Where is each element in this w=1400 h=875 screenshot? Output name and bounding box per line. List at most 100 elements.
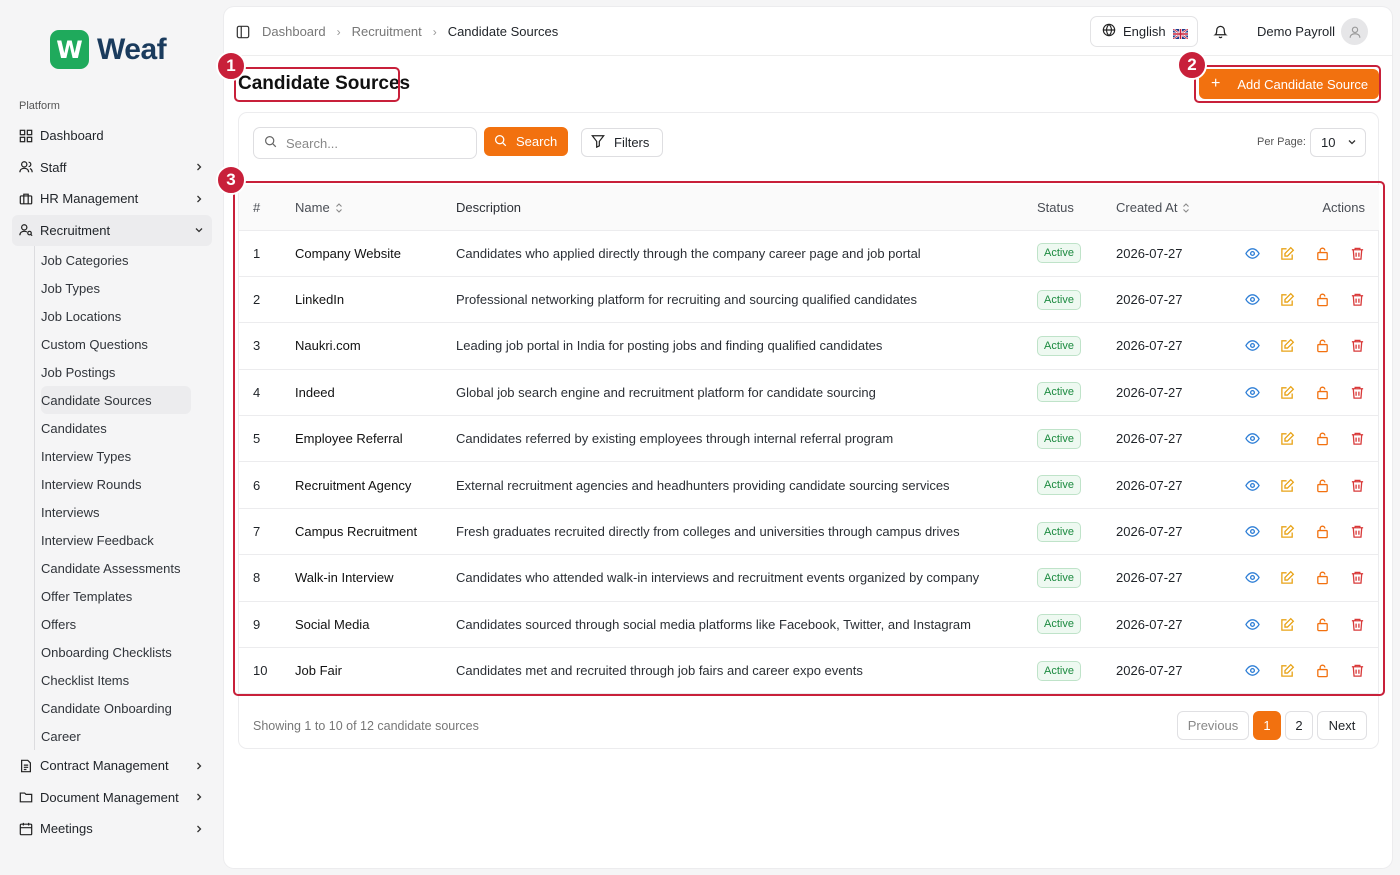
sidebar-subitem-job-types[interactable]: Job Types — [41, 274, 212, 302]
lock-icon[interactable] — [1314, 245, 1330, 261]
page-button-1[interactable]: 1 — [1253, 711, 1281, 740]
search-button[interactable]: Search — [484, 127, 568, 156]
main-panel: Dashboard › Recruitment › Candidate Sour… — [216, 7, 1392, 868]
user-name[interactable]: Demo Payroll — [1257, 24, 1335, 39]
column-header-created-at[interactable]: Created At — [1116, 185, 1226, 231]
annotation-badge-1: 1 — [216, 51, 246, 81]
row-number: 6 — [239, 461, 295, 509]
lock-icon[interactable] — [1314, 338, 1330, 354]
row-status-cell: Active — [1037, 508, 1116, 556]
sidebar-subitem-job-locations[interactable]: Job Locations — [41, 302, 212, 330]
trash-icon[interactable] — [1349, 616, 1365, 632]
trash-icon[interactable] — [1349, 245, 1365, 261]
trash-icon[interactable] — [1349, 292, 1365, 308]
lock-icon[interactable] — [1314, 292, 1330, 308]
sidebar-subitem-job-categories[interactable]: Job Categories — [41, 246, 212, 274]
trash-icon[interactable] — [1349, 384, 1365, 400]
edit-icon[interactable] — [1279, 245, 1295, 261]
sidebar-subitem-interview-feedback[interactable]: Interview Feedback — [41, 526, 212, 554]
lock-icon[interactable] — [1314, 477, 1330, 493]
previous-page-button[interactable]: Previous — [1177, 711, 1249, 740]
add-candidate-source-button[interactable]: + Add Candidate Source — [1199, 69, 1379, 99]
edit-icon[interactable] — [1279, 570, 1295, 586]
per-page-label: Per Page: — [1257, 136, 1306, 148]
edit-icon[interactable] — [1279, 477, 1295, 493]
lock-icon[interactable] — [1314, 524, 1330, 540]
eye-icon[interactable] — [1244, 292, 1260, 308]
logo[interactable]: W Weaf — [50, 30, 167, 69]
sidebar-item-recruitment[interactable]: Recruitment — [12, 214, 212, 246]
search-icon — [494, 134, 507, 150]
sidebar-item-document-management[interactable]: Document Management — [12, 782, 212, 814]
avatar[interactable] — [1341, 18, 1368, 45]
folder-icon — [19, 790, 33, 804]
eye-icon[interactable] — [1244, 524, 1260, 540]
eye-icon[interactable] — [1244, 431, 1260, 447]
chevron-right-icon — [194, 162, 204, 172]
row-created-at: 2026-07-27 — [1116, 554, 1226, 602]
column-header-actions: Actions — [1226, 185, 1379, 231]
lock-icon[interactable] — [1314, 384, 1330, 400]
edit-icon[interactable] — [1279, 292, 1295, 308]
sidebar-subitem-candidate-sources[interactable]: Candidate Sources — [41, 386, 191, 414]
edit-icon[interactable] — [1279, 431, 1295, 447]
row-number: 4 — [239, 369, 295, 417]
edit-icon[interactable] — [1279, 616, 1295, 632]
sidebar-subitem-offer-templates[interactable]: Offer Templates — [41, 582, 212, 610]
sidebar: W Weaf Platform Dashboard Staff HR Manag… — [0, 0, 222, 875]
lock-icon[interactable] — [1314, 616, 1330, 632]
row-actions — [1226, 554, 1379, 602]
sidebar-subitem-onboarding-checklists[interactable]: Onboarding Checklists — [41, 638, 212, 666]
bell-icon[interactable] — [1213, 24, 1228, 39]
edit-icon[interactable] — [1279, 524, 1295, 540]
sidebar-subitem-offers[interactable]: Offers — [41, 610, 212, 638]
sidebar-subitem-candidate-assessments[interactable]: Candidate Assessments — [41, 554, 212, 582]
sidebar-subitem-interviews[interactable]: Interviews — [41, 498, 212, 526]
sidebar-item-hr-management[interactable]: HR Management — [12, 183, 212, 215]
eye-icon[interactable] — [1244, 663, 1260, 679]
chevron-right-icon — [194, 792, 204, 802]
edit-icon[interactable] — [1279, 338, 1295, 354]
language-selector[interactable]: English — [1090, 16, 1198, 47]
per-page-select[interactable]: 10 — [1310, 128, 1366, 157]
table-row: 10 Job Fair Candidates met and recruited… — [239, 647, 1379, 695]
eye-icon[interactable] — [1244, 616, 1260, 632]
edit-icon[interactable] — [1279, 384, 1295, 400]
trash-icon[interactable] — [1349, 524, 1365, 540]
breadcrumb-recruitment[interactable]: Recruitment — [352, 24, 422, 39]
trash-icon[interactable] — [1349, 338, 1365, 354]
eye-icon[interactable] — [1244, 338, 1260, 354]
eye-icon[interactable] — [1244, 384, 1260, 400]
sidebar-subitem-interview-types[interactable]: Interview Types — [41, 442, 212, 470]
lock-icon[interactable] — [1314, 431, 1330, 447]
sidebar-item-contract-management[interactable]: Contract Management — [12, 750, 212, 782]
eye-icon[interactable] — [1244, 245, 1260, 261]
sidebar-item-dashboard[interactable]: Dashboard — [12, 120, 212, 152]
sidebar-subitem-career[interactable]: Career — [41, 722, 212, 750]
sidebar-item-staff[interactable]: Staff — [12, 152, 212, 184]
breadcrumb-dashboard[interactable]: Dashboard — [262, 24, 326, 39]
sidebar-toggle-icon[interactable] — [236, 25, 250, 39]
status-badge: Active — [1037, 567, 1081, 588]
sidebar-subitem-interview-rounds[interactable]: Interview Rounds — [41, 470, 212, 498]
eye-icon[interactable] — [1244, 477, 1260, 493]
lock-icon[interactable] — [1314, 570, 1330, 586]
page-button-2[interactable]: 2 — [1285, 711, 1313, 740]
sidebar-subitem-checklist-items[interactable]: Checklist Items — [41, 666, 212, 694]
sidebar-item-meetings[interactable]: Meetings — [12, 813, 212, 845]
sidebar-subitem-candidate-onboarding[interactable]: Candidate Onboarding — [41, 694, 212, 722]
sidebar-subitem-custom-questions[interactable]: Custom Questions — [41, 330, 212, 358]
search-input[interactable] — [286, 135, 466, 151]
trash-icon[interactable] — [1349, 477, 1365, 493]
lock-icon[interactable] — [1314, 663, 1330, 679]
trash-icon[interactable] — [1349, 431, 1365, 447]
filters-button[interactable]: Filters — [581, 128, 663, 157]
trash-icon[interactable] — [1349, 570, 1365, 586]
eye-icon[interactable] — [1244, 570, 1260, 586]
column-header-name[interactable]: Name — [295, 185, 456, 231]
next-page-button[interactable]: Next — [1317, 711, 1367, 740]
trash-icon[interactable] — [1349, 663, 1365, 679]
sidebar-subitem-job-postings[interactable]: Job Postings — [41, 358, 212, 386]
sidebar-subitem-candidates[interactable]: Candidates — [41, 414, 212, 442]
edit-icon[interactable] — [1279, 663, 1295, 679]
